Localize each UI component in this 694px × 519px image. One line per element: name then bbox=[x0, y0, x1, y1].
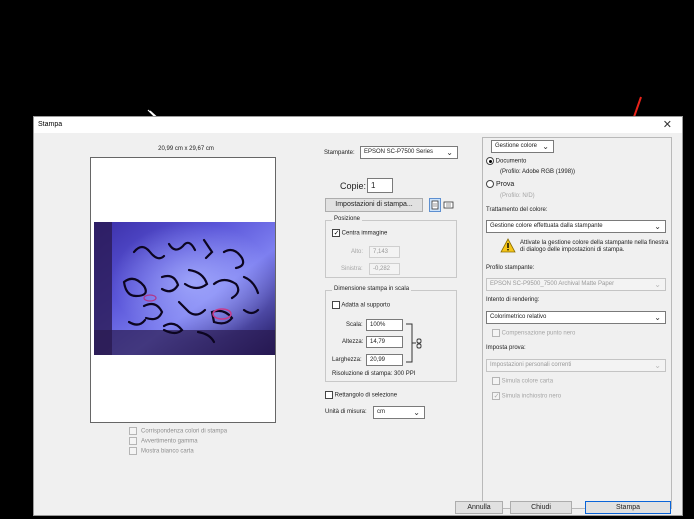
title-bar: Stampa ✕ bbox=[34, 117, 682, 133]
proof-label: Prova bbox=[495, 180, 515, 188]
link-proportions-icon[interactable] bbox=[406, 323, 426, 363]
proof-setup-label: Imposta prova: bbox=[486, 345, 526, 351]
print-button[interactable]: Stampa bbox=[585, 501, 671, 514]
top-label: Alto: bbox=[351, 249, 364, 255]
chevron-down-icon: ⌄ bbox=[542, 142, 549, 151]
color-match-label: Corrispondenza colori di stampa bbox=[141, 428, 228, 435]
printer-profile-select[interactable]: EPSON SC-P9500_7500 Archival Matte Paper… bbox=[486, 278, 666, 291]
warning-text: Attivate la gestione colore della stampa… bbox=[520, 240, 669, 253]
proof-radio[interactable] bbox=[486, 180, 494, 188]
chevron-down-icon: ⌄ bbox=[654, 361, 661, 370]
height-input[interactable]: 14,79 bbox=[366, 336, 403, 348]
document-label: Documento bbox=[495, 158, 527, 165]
simulate-paper-checkbox[interactable] bbox=[492, 377, 500, 385]
done-button[interactable]: Chiudi bbox=[510, 501, 572, 514]
list-item[interactable]: Adatta al supporto bbox=[332, 301, 390, 309]
paper-white-label: Mostra bianco carta bbox=[141, 448, 194, 455]
rendering-intent-label: Intento di rendering: bbox=[486, 297, 540, 303]
selection-rect-checkbox[interactable] bbox=[325, 391, 333, 399]
simulate-ink-label: Simula inchiostro nero bbox=[501, 393, 562, 400]
fit-media-label: Adatta al supporto bbox=[341, 302, 391, 309]
proof-profile: (Profilo: N/D) bbox=[500, 193, 535, 199]
paper-white-checkbox[interactable] bbox=[129, 447, 137, 455]
chevron-down-icon: ⌄ bbox=[654, 280, 661, 289]
preview-options: Corrispondenza colori di stampa Avvertim… bbox=[129, 427, 227, 457]
proof-setup-select[interactable]: Impostazioni personali correnti ⌄ bbox=[486, 359, 666, 372]
window-title: Stampa bbox=[38, 121, 63, 128]
list-item[interactable]: Centra immagine bbox=[332, 229, 387, 237]
bpc-checkbox[interactable] bbox=[492, 329, 500, 337]
chevron-down-icon: ⌄ bbox=[446, 148, 453, 157]
print-settings-button[interactable]: Impostazioni di stampa... bbox=[325, 198, 423, 212]
close-icon[interactable]: ✕ bbox=[663, 118, 672, 131]
document-radio[interactable] bbox=[486, 157, 494, 165]
scale-label: Scala: bbox=[346, 322, 363, 328]
center-image-checkbox[interactable] bbox=[332, 229, 340, 237]
position-group: Posizione Centra immagine Alto: 7,143 Si… bbox=[325, 216, 457, 278]
chevron-down-icon: ⌄ bbox=[654, 313, 661, 322]
list-item[interactable]: Mostra bianco carta bbox=[129, 447, 227, 457]
cancel-button[interactable]: Annulla bbox=[455, 501, 503, 514]
copies-input[interactable]: 1 bbox=[367, 178, 393, 193]
copies-label: Copie: bbox=[340, 181, 367, 191]
chevron-down-icon: ⌄ bbox=[654, 222, 661, 231]
list-item[interactable]: Avvertimento gamma bbox=[129, 437, 227, 447]
list-item[interactable]: Corrispondenza colori di stampa bbox=[129, 427, 227, 437]
simulate-paper-label: Simula colore carta bbox=[501, 378, 554, 385]
color-handling-value: Gestione colore effettuata dalla stampan… bbox=[490, 223, 603, 229]
bpc-label: Compensazione punto nero bbox=[501, 330, 576, 337]
rendering-intent-select[interactable]: Colorimetrico relativo ⌄ bbox=[486, 311, 666, 324]
paper-size-label: 20,99 cm x 29,67 cm bbox=[158, 146, 214, 152]
height-label: Altezza: bbox=[342, 339, 364, 345]
width-label: Larghezza: bbox=[332, 357, 362, 363]
print-preview bbox=[90, 157, 276, 423]
units-value: cm bbox=[377, 409, 385, 415]
print-resolution: Risoluzione di stampa: 300 PPI bbox=[332, 371, 416, 377]
fit-media-checkbox[interactable] bbox=[332, 301, 340, 309]
position-legend: Posizione bbox=[332, 216, 363, 222]
color-handling-label: Trattamento del colore: bbox=[486, 207, 548, 213]
rendering-intent-value: Colorimetrico relativo bbox=[490, 314, 547, 320]
left-input[interactable]: -0,282 bbox=[369, 263, 400, 275]
width-input[interactable]: 20,99 bbox=[366, 354, 403, 366]
proof-setup-value: Impostazioni personali correnti bbox=[490, 362, 572, 368]
print-dialog: Stampa ✕ 20,99 cm x 29,67 cm Corrisponde… bbox=[33, 116, 683, 516]
selection-rect-label: Rettangolo di selezione bbox=[334, 392, 398, 399]
color-match-checkbox[interactable] bbox=[129, 427, 137, 435]
color-management-value: Gestione colore bbox=[495, 143, 538, 149]
warning-icon bbox=[500, 238, 516, 253]
proof-option[interactable]: Prova bbox=[486, 180, 514, 188]
preview-photo bbox=[94, 222, 275, 355]
page-landscape-icon[interactable] bbox=[429, 198, 441, 212]
left-label: Sinistra: bbox=[341, 266, 363, 272]
units-label: Unità di misura: bbox=[325, 409, 367, 415]
scaled-print-group: Dimensione stampa in scala Adatta al sup… bbox=[325, 286, 457, 382]
scaled-print-legend: Dimensione stampa in scala bbox=[332, 286, 412, 292]
list-item[interactable]: Compensazione punto nero bbox=[492, 329, 575, 337]
color-management-select[interactable]: Gestione colore ⌄ bbox=[491, 140, 554, 153]
chevron-down-icon: ⌄ bbox=[413, 408, 420, 417]
page-portrait-icon[interactable] bbox=[443, 199, 455, 211]
printer-profile-label: Profilo stampante: bbox=[486, 265, 535, 271]
gamut-warning-checkbox[interactable] bbox=[129, 437, 137, 445]
printer-label: Stampante: bbox=[324, 150, 355, 156]
list-item[interactable]: Simula inchiostro nero bbox=[492, 392, 561, 400]
simulate-ink-checkbox[interactable] bbox=[492, 392, 500, 400]
list-item[interactable]: Rettangolo di selezione bbox=[325, 391, 397, 399]
list-item[interactable]: Simula colore carta bbox=[492, 377, 553, 385]
units-select[interactable]: cm ⌄ bbox=[373, 406, 425, 419]
printer-value: EPSON SC-P7500 Series bbox=[364, 149, 434, 155]
document-option[interactable]: Documento bbox=[486, 157, 526, 165]
printer-select[interactable]: EPSON SC-P7500 Series ⌄ bbox=[360, 146, 458, 159]
scale-input[interactable]: 100% bbox=[366, 319, 403, 331]
center-image-label: Centra immagine bbox=[341, 230, 388, 237]
top-input[interactable]: 7,143 bbox=[369, 246, 400, 258]
printer-profile-value: EPSON SC-P9500_7500 Archival Matte Paper bbox=[490, 281, 615, 287]
color-handling-select[interactable]: Gestione colore effettuata dalla stampan… bbox=[486, 220, 666, 233]
document-profile: (Profilo: Adobe RGB (1998)) bbox=[500, 169, 576, 175]
gamut-warning-label: Avvertimento gamma bbox=[141, 438, 198, 445]
